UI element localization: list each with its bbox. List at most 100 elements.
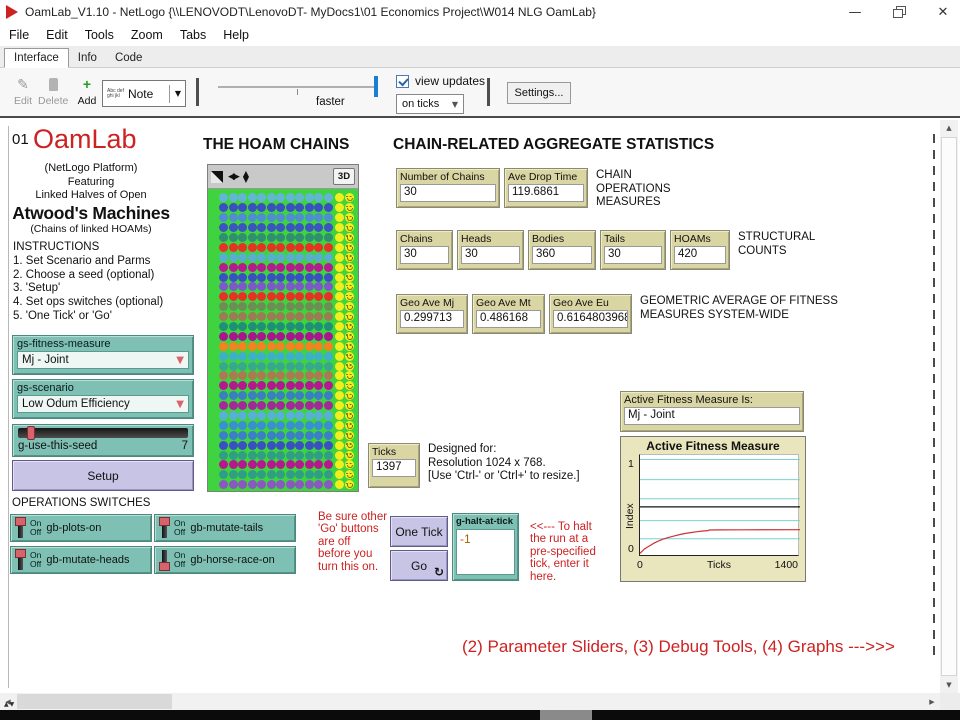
hoam-smiley-dot <box>345 332 354 341</box>
hoam-body-dot <box>257 322 266 331</box>
switch-handle[interactable] <box>159 562 170 571</box>
add-label: Add <box>72 95 102 107</box>
switch-off-label: Off <box>174 560 185 569</box>
tab-code[interactable]: Code <box>106 49 152 67</box>
slider-handle[interactable] <box>27 426 35 440</box>
hoam-smiley-dot <box>345 203 354 212</box>
hoam-body-dot <box>295 243 304 252</box>
hoam-body-dot <box>257 421 266 430</box>
world-view[interactable]: ◀▶ ▲▼ 3D <box>207 164 359 492</box>
hoam-head-dot <box>335 292 344 301</box>
restore-button[interactable] <box>890 6 908 18</box>
slider-track[interactable] <box>18 428 188 438</box>
hoam-body-dot <box>295 332 304 341</box>
scroll-right-arrow[interactable]: ▶ <box>924 693 940 710</box>
add-widget-button[interactable]: + Add <box>72 75 102 107</box>
chooser-gs-fitness-measure[interactable]: gs-fitness-measureMj - Joint▼ <box>12 335 194 375</box>
menu-tools[interactable]: Tools <box>85 28 114 42</box>
hoam-body-dot <box>324 213 333 222</box>
chooser-label: gs-fitness-measure <box>17 338 189 350</box>
view-3d-button[interactable]: 3D <box>333 168 355 185</box>
chooser-gs-scenario[interactable]: gs-scenarioLow Odum Efficiency▼ <box>12 379 194 419</box>
instructions-title: INSTRUCTIONS <box>13 241 163 255</box>
input-g-halt-at-tick[interactable]: g-halt-at-tick -1 <box>452 513 519 581</box>
menu-edit[interactable]: Edit <box>46 28 68 42</box>
hoam-body-dot <box>248 332 257 341</box>
hoam-body-dot <box>314 233 323 242</box>
slider-g-use-this-seed[interactable]: g-use-this-seed 7 <box>12 424 194 457</box>
speed-slider-track[interactable] <box>218 86 378 88</box>
menu-zoom[interactable]: Zoom <box>131 28 163 42</box>
hoam-body-dot <box>238 253 247 262</box>
hoam-smiley-dot <box>345 223 354 232</box>
menu-tabs[interactable]: Tabs <box>180 28 206 42</box>
hoam-body-dot <box>295 253 304 262</box>
menu-file[interactable]: File <box>9 28 29 42</box>
speed-slider-handle[interactable] <box>374 76 378 97</box>
monitor-ticks: Ticks 1397 <box>368 443 420 488</box>
splitter-arrows-icon[interactable]: ▲▼ <box>4 701 15 708</box>
hoam-body-dot <box>324 451 333 460</box>
resize-horizontal-icon[interactable]: ◀▶ <box>228 172 238 182</box>
switch-toggle[interactable] <box>159 549 170 571</box>
hoam-body-dot <box>219 460 228 469</box>
view-updates-checkbox[interactable] <box>396 75 409 88</box>
eraser-icon <box>38 75 68 93</box>
hoam-body-dot <box>257 371 266 380</box>
one-tick-button[interactable]: One Tick <box>390 516 448 547</box>
minimize-button[interactable]: — <box>846 5 864 20</box>
hoam-body-dot <box>229 302 238 311</box>
hoam-body-dot <box>257 342 266 351</box>
hoam-body-dot <box>219 451 228 460</box>
hoam-body-dot <box>314 470 323 479</box>
subtitle-atwoods-machines: Atwood's Machines <box>8 203 174 223</box>
y-axis-label: Index <box>624 503 636 529</box>
hoam-body-dot <box>267 421 276 430</box>
hoam-body-dot <box>314 401 323 410</box>
hoam-body-dot <box>257 243 266 252</box>
switch-handle[interactable] <box>15 549 26 558</box>
switch-handle[interactable] <box>15 517 26 526</box>
input-value[interactable]: -1 <box>456 529 515 575</box>
scroll-down-arrow[interactable]: ▼ <box>940 677 958 693</box>
tab-interface[interactable]: Interface <box>4 48 69 68</box>
widget-type-dropdown[interactable]: Abc def ghi jkl Note ▼ <box>102 80 186 107</box>
tab-info[interactable]: Info <box>69 49 106 67</box>
setup-button[interactable]: Setup <box>12 460 194 491</box>
hoam-body-dot <box>276 480 285 489</box>
scroll-up-arrow[interactable]: ▲ <box>940 120 958 136</box>
hoam-body-dot <box>238 312 247 321</box>
edit-widget-button[interactable]: ✎ Edit <box>8 75 38 107</box>
switch-toggle[interactable] <box>15 549 26 571</box>
switch-handle[interactable] <box>159 517 170 526</box>
hoam-head-dot <box>335 411 344 420</box>
hoam-body-dot <box>238 421 247 430</box>
chooser-value[interactable]: Low Odum Efficiency▼ <box>17 395 189 413</box>
scrollbar-corner <box>940 693 960 710</box>
go-button[interactable]: Go ↻ <box>390 550 448 581</box>
menu-help[interactable]: Help <box>223 28 249 42</box>
switch-toggle[interactable] <box>159 517 170 539</box>
settings-button[interactable]: Settings... <box>507 82 571 104</box>
vertical-scroll-thumb[interactable] <box>941 137 957 676</box>
chooser-value[interactable]: Mj - Joint▼ <box>17 351 189 369</box>
hoam-body-dot <box>267 193 276 202</box>
switch-toggle[interactable] <box>15 517 26 539</box>
hoam-smiley-dot <box>345 263 354 272</box>
resize-diagonal-icon[interactable] <box>211 171 223 183</box>
delete-widget-button[interactable]: Delete <box>38 75 68 107</box>
switch-gb-mutate-heads[interactable]: OnOffgb-mutate-heads <box>10 546 152 574</box>
update-mode-select[interactable]: on ticks ▼ <box>396 94 464 114</box>
horizontal-scrollbar[interactable]: ◀ ▶ <box>0 693 940 710</box>
hoam-body-dot <box>219 352 228 361</box>
close-button[interactable]: ✕ <box>934 5 952 20</box>
hoam-body-dot <box>276 451 285 460</box>
switch-gb-plots-on[interactable]: OnOffgb-plots-on <box>10 514 152 542</box>
switch-gb-mutate-tails[interactable]: OnOffgb-mutate-tails <box>154 514 296 542</box>
horizontal-scroll-thumb[interactable] <box>17 694 172 709</box>
hoam-body-dot <box>305 312 314 321</box>
resize-vertical-icon[interactable]: ▲▼ <box>243 171 249 183</box>
vertical-scrollbar[interactable]: ▲ ▼ <box>940 120 958 693</box>
hoam-head-dot <box>335 391 344 400</box>
switch-gb-horse-race-on[interactable]: OnOffgb-horse-race-on <box>154 546 296 574</box>
